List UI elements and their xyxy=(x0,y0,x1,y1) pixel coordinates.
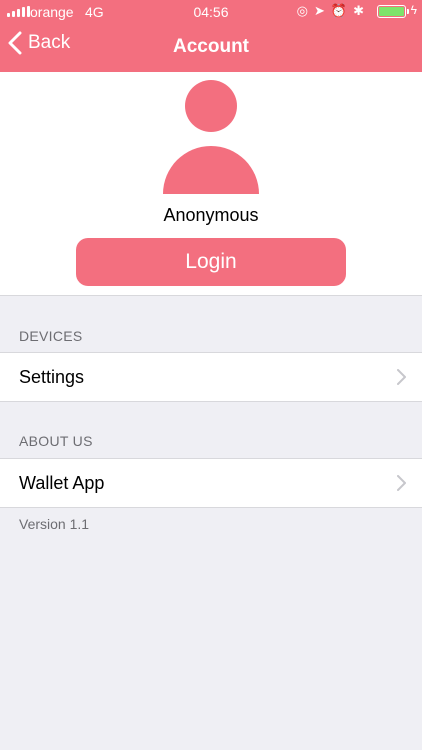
bluetooth-icon: ✱ xyxy=(353,3,364,18)
profile-card: Anonymous Login xyxy=(0,72,422,296)
wallet-app-label: Wallet App xyxy=(19,473,105,493)
settings-row[interactable]: Settings xyxy=(0,352,422,402)
header: orange 4G 04:56 ◎ ➤ ⏰ ✱ ϟ Back Account xyxy=(0,0,422,72)
user-avatar-icon xyxy=(163,80,259,194)
location-target-icon: ◎ xyxy=(296,3,308,18)
chevron-right-icon xyxy=(397,475,406,491)
battery-icon xyxy=(377,5,409,18)
status-icons: ◎ ➤ ⏰ ✱ xyxy=(297,3,364,19)
status-bar: orange 4G 04:56 ◎ ➤ ⏰ ✱ ϟ xyxy=(0,0,422,24)
username: Anonymous xyxy=(163,205,259,225)
page-title: Account xyxy=(173,36,249,57)
chevron-right-icon xyxy=(397,369,406,385)
wallet-app-row[interactable]: Wallet App xyxy=(0,458,422,508)
location-arrow-icon: ➤ xyxy=(314,3,325,18)
settings-label: Settings xyxy=(19,367,85,387)
version-label: Version 1.1 xyxy=(19,516,90,532)
alarm-icon: ⏰ xyxy=(330,3,348,18)
charging-icon: ϟ xyxy=(410,3,417,17)
login-button[interactable]: Login xyxy=(76,238,346,286)
section-header-about: ABOUT US xyxy=(19,433,93,449)
section-header-devices: DEVICES xyxy=(19,328,83,344)
